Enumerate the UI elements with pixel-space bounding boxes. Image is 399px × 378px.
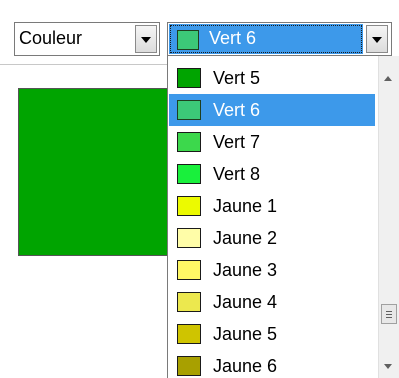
- dropdown-option[interactable]: Jaune 6: [169, 350, 375, 378]
- color-select-selection: Vert 6: [169, 24, 363, 54]
- color-swatch: [177, 228, 201, 248]
- scroll-thumb[interactable]: [381, 304, 397, 324]
- dropdown-option[interactable]: Jaune 4: [169, 286, 375, 318]
- dropdown-option-label: Vert 5: [213, 68, 261, 88]
- grip-line: [386, 311, 392, 312]
- color-swatch: [177, 164, 201, 184]
- dropdown-option[interactable]: Vert 8: [169, 158, 375, 190]
- color-select-dropdown-button[interactable]: [366, 25, 388, 53]
- color-swatch: [177, 356, 201, 376]
- scroll-up-arrow-icon[interactable]: [384, 76, 392, 81]
- color-swatch: [177, 260, 201, 280]
- color-swatch: [177, 30, 199, 50]
- scroll-down-arrow-icon[interactable]: [384, 364, 392, 369]
- dropdown-option[interactable]: Vert 5: [169, 62, 375, 94]
- dropdown-option-label: Vert 8: [213, 164, 261, 184]
- dropdown-option-label: Jaune 2: [213, 228, 278, 248]
- color-swatch: [177, 324, 201, 344]
- dropdown-option[interactable]: Jaune 2: [169, 222, 375, 254]
- color-select[interactable]: Vert 6: [167, 22, 392, 56]
- color-swatch: [177, 292, 201, 312]
- dropdown-option-label: Jaune 1: [213, 196, 278, 216]
- color-select-value: Vert 6: [209, 28, 257, 48]
- dropdown-option[interactable]: Jaune 1: [169, 190, 375, 222]
- dropdown-option[interactable]: Jaune 5: [169, 318, 375, 350]
- dropdown-option-label: Jaune 4: [213, 292, 278, 312]
- color-swatch: [177, 100, 201, 120]
- dropdown-option-label: Jaune 3: [213, 260, 278, 280]
- mode-select-dropdown-button[interactable]: [135, 25, 157, 53]
- dropdown-option[interactable]: Jaune 3: [169, 254, 375, 286]
- mode-select[interactable]: Couleur: [14, 22, 160, 56]
- color-preview: [18, 88, 178, 256]
- dropdown-option[interactable]: Vert 7: [169, 126, 375, 158]
- dropdown-option-label: Vert 6: [213, 100, 261, 120]
- grip-line: [386, 317, 392, 318]
- chevron-down-icon: [372, 37, 382, 43]
- color-dropdown-list[interactable]: Vert 5 Vert 6 Vert 7 Vert 8 Jaune 1 Jaune 2 Ja…: [167, 56, 378, 378]
- scrollbar[interactable]: [378, 56, 399, 378]
- dropdown-option[interactable]: Vert 6: [169, 94, 375, 126]
- color-swatch: [177, 132, 201, 152]
- color-swatch: [177, 196, 201, 216]
- dropdown-option-label: Vert 7: [213, 132, 261, 152]
- mode-select-value: Couleur: [19, 28, 83, 48]
- grip-line: [386, 314, 392, 315]
- dropdown-option-label: Jaune 6: [213, 356, 278, 376]
- dropdown-option-label: Jaune 5: [213, 324, 278, 344]
- chevron-down-icon: [141, 37, 151, 43]
- color-swatch: [177, 68, 201, 88]
